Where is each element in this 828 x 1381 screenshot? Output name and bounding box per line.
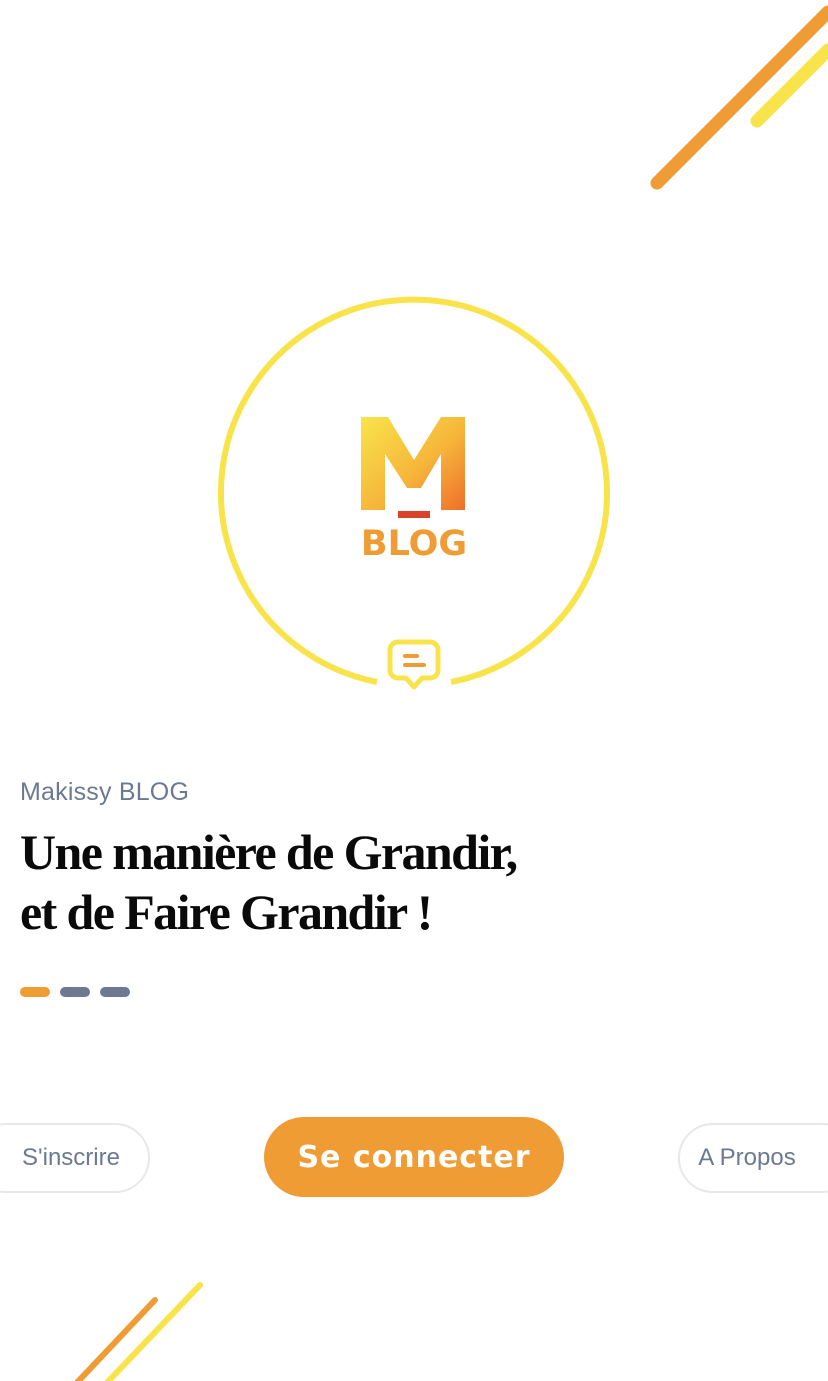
headline: Une manière de Grandir, et de Faire Gran…: [20, 822, 660, 942]
app-name: Makissy BLOG: [20, 778, 190, 806]
carousel-indicator: [20, 987, 130, 997]
logo-ring: [218, 296, 610, 685]
bottom-orange-stripe: [74, 1297, 158, 1381]
carousel-dot[interactable]: [100, 987, 130, 997]
top-yellow-stripe: [750, 43, 828, 128]
signup-button[interactable]: S'inscrire: [0, 1123, 150, 1193]
m-monogram: [361, 417, 465, 518]
about-button[interactable]: A Propos: [678, 1123, 828, 1193]
carousel-dot-active[interactable]: [20, 987, 50, 997]
headline-line-2: et de Faire Grandir !: [20, 884, 433, 940]
chat-bubble-icon: [387, 639, 441, 690]
headline-line-1: Une manière de Grandir,: [20, 824, 518, 880]
login-button[interactable]: Se connecter: [264, 1117, 564, 1197]
m-blog-logo-icon: BLOG: [218, 296, 610, 690]
carousel-dot[interactable]: [60, 987, 90, 997]
app-logo: BLOG: [212, 290, 616, 700]
bottom-yellow-stripe: [104, 1282, 203, 1381]
top-orange-stripe: [650, 5, 828, 190]
logo-brand-text: BLOG: [361, 524, 467, 564]
